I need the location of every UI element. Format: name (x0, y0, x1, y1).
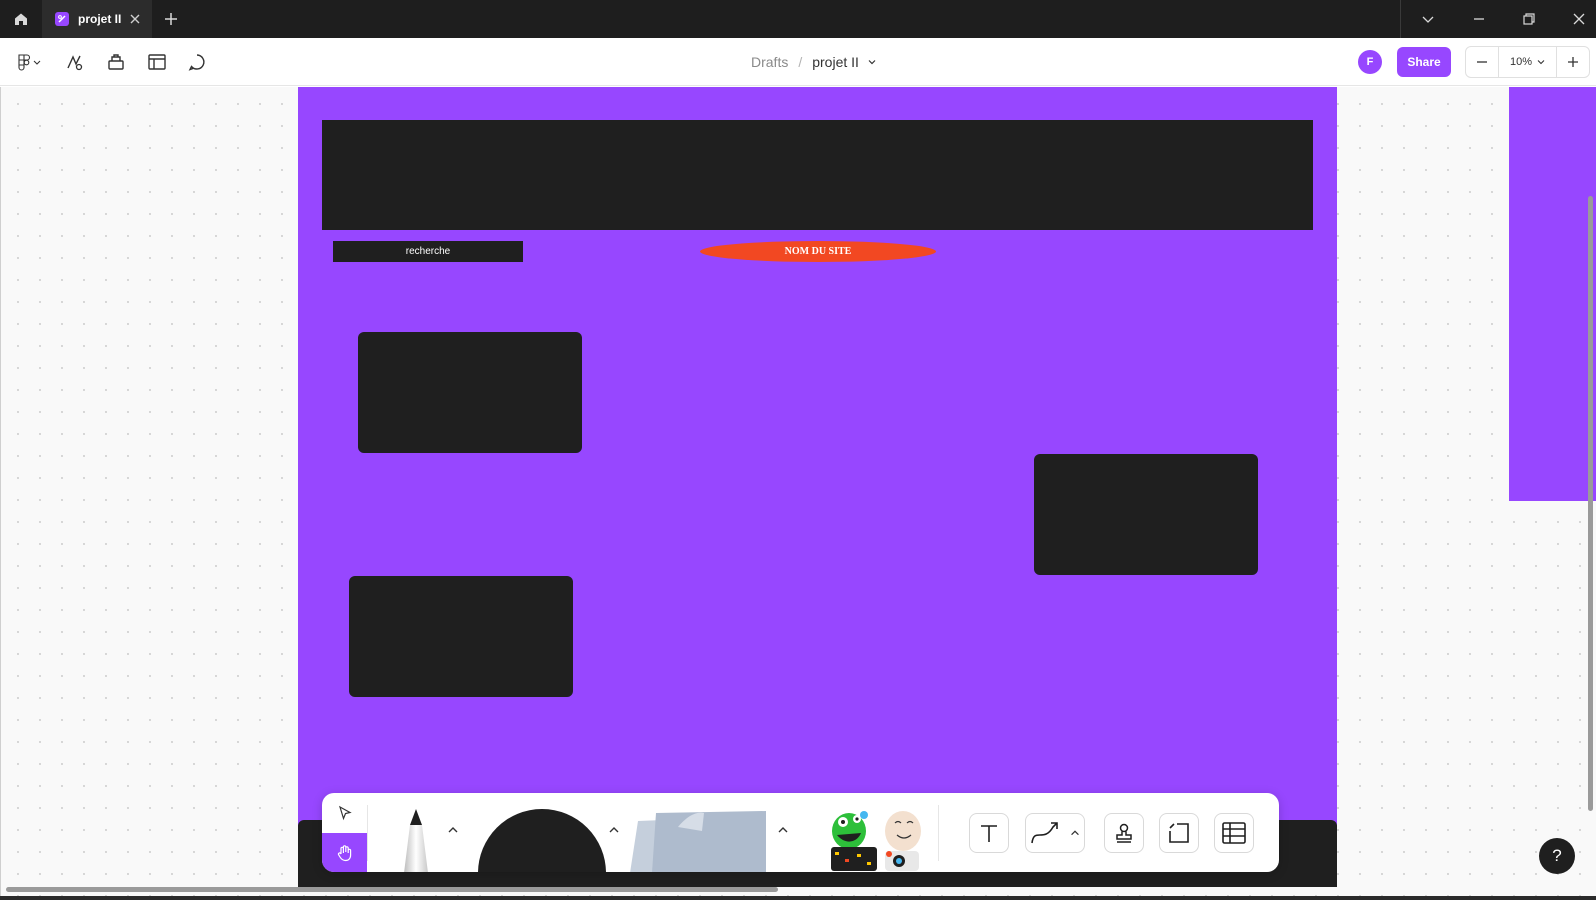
vertical-scrollbar-thumb[interactable] (1588, 196, 1593, 811)
sticker-tool[interactable] (827, 807, 932, 872)
zoom-in-button[interactable] (1557, 47, 1589, 77)
content-card[interactable] (1034, 454, 1258, 575)
canvas[interactable]: recherche NOM DU SITE (0, 87, 1596, 900)
minus-icon (1477, 61, 1487, 63)
main-toolbar: Drafts / projet II (0, 38, 1596, 86)
titlebar-divider (1400, 0, 1401, 38)
stamp-tool[interactable] (1104, 813, 1144, 853)
search-bar-label: recherche (405, 246, 451, 257)
connector-tool[interactable] (1025, 813, 1085, 853)
stamp-icon (1116, 823, 1132, 843)
zoom-level-dropdown[interactable]: 10% (1498, 47, 1557, 77)
table-tool[interactable] (1214, 813, 1254, 853)
zoom-control: 10% (1465, 46, 1590, 78)
home-icon (15, 13, 27, 25)
website-mockup-frame[interactable]: recherche NOM DU SITE (298, 87, 1337, 887)
figma-menu-icon (18, 54, 41, 71)
file-name[interactable]: projet II (812, 54, 859, 70)
tab-projet-ii[interactable]: projet II (42, 0, 152, 38)
tab-title: projet II (78, 12, 122, 26)
close-icon[interactable] (128, 12, 142, 26)
chevron-up-icon[interactable] (446, 823, 460, 837)
cursor-icon (338, 805, 352, 821)
text-tool[interactable] (969, 813, 1009, 853)
avatar[interactable]: F (1358, 50, 1382, 74)
content-card[interactable] (349, 576, 573, 697)
minimize-icon[interactable] (1471, 11, 1487, 27)
content-card[interactable] (358, 332, 582, 453)
table-icon (1222, 822, 1246, 844)
dock-divider (367, 805, 368, 861)
header-banner-block[interactable] (322, 120, 1313, 230)
comment-icon[interactable] (187, 52, 207, 72)
search-bar-block[interactable]: recherche (333, 241, 523, 262)
dock-divider (938, 805, 939, 861)
side-frame[interactable] (1509, 87, 1596, 501)
share-button[interactable]: Share (1397, 47, 1451, 77)
actions-icon[interactable] (64, 52, 84, 72)
window-bottom-edge (0, 896, 1596, 900)
chevron-up-icon[interactable] (607, 823, 621, 837)
plus-icon (1568, 57, 1578, 67)
shape-tool[interactable] (478, 809, 606, 872)
sticky-note-tool[interactable] (626, 807, 776, 872)
select-tool[interactable] (322, 793, 367, 833)
assets-icon[interactable] (106, 52, 126, 72)
plus-icon[interactable] (163, 11, 179, 27)
hand-icon (337, 844, 351, 861)
title-bar: projet II (0, 0, 1596, 38)
section-tool[interactable] (1159, 813, 1199, 853)
chevron-up-icon[interactable] (776, 823, 790, 837)
main-menu-button[interactable] (14, 52, 42, 72)
close-icon[interactable] (1571, 11, 1587, 27)
section-icon (1169, 823, 1189, 843)
help-button[interactable]: ? (1539, 838, 1575, 874)
chevron-down-icon[interactable] (867, 57, 877, 67)
chevron-up-icon[interactable] (1069, 827, 1081, 839)
horizontal-scrollbar-thumb[interactable] (6, 887, 778, 892)
hand-tool[interactable] (322, 833, 367, 872)
chevron-down-icon (1537, 60, 1545, 65)
creation-toolbar (322, 793, 1279, 872)
breadcrumb-drafts[interactable]: Drafts (751, 54, 788, 70)
text-icon (981, 825, 997, 842)
figjam-file-icon (55, 12, 69, 26)
breadcrumb-separator: / (798, 54, 803, 70)
site-name-label: NOM DU SITE (784, 246, 852, 257)
zoom-out-button[interactable] (1466, 47, 1498, 77)
layout-icon[interactable] (147, 52, 167, 72)
breadcrumb: Drafts / projet II (751, 52, 877, 72)
restore-icon[interactable] (1521, 11, 1537, 27)
zoom-level-value: 10% (1509, 56, 1533, 68)
pencil-tool[interactable] (394, 809, 438, 872)
home-button[interactable] (0, 0, 42, 38)
figjam-window: projet II Drafts / projet II F Share 10%… (0, 0, 1596, 900)
connector-icon (1031, 822, 1058, 844)
chevron-down-icon[interactable] (1420, 11, 1436, 27)
site-name-ellipse[interactable]: NOM DU SITE (700, 241, 936, 262)
